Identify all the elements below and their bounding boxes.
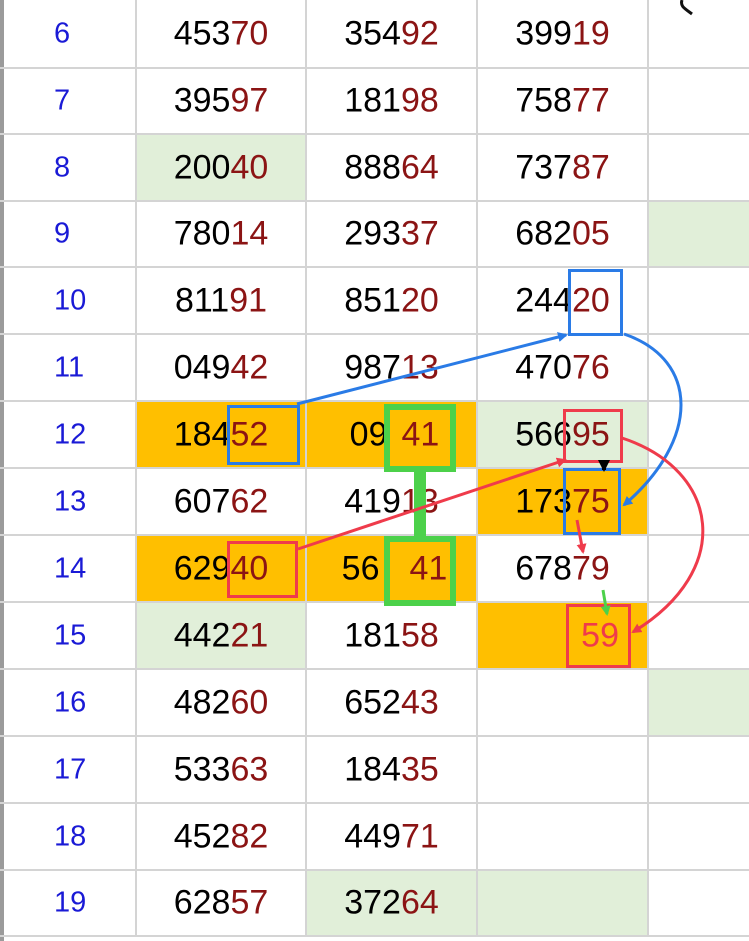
green-arrow-79-to-59 bbox=[600, 589, 611, 616]
spreadsheet: 6 45370 35492 39919 7 39597 18198 75877 … bbox=[0, 0, 749, 941]
blue-arrow-52-to-20 bbox=[296, 332, 568, 406]
red-arrow-75-to-79 bbox=[575, 519, 587, 554]
red-arrow-95-to-59 bbox=[621, 436, 705, 634]
scribble-mark bbox=[680, 0, 693, 16]
blue-arrow-20-to-75 bbox=[622, 332, 683, 507]
annotation-arrows bbox=[296, 0, 705, 634]
red-arrow-40-to-95 bbox=[297, 457, 567, 551]
